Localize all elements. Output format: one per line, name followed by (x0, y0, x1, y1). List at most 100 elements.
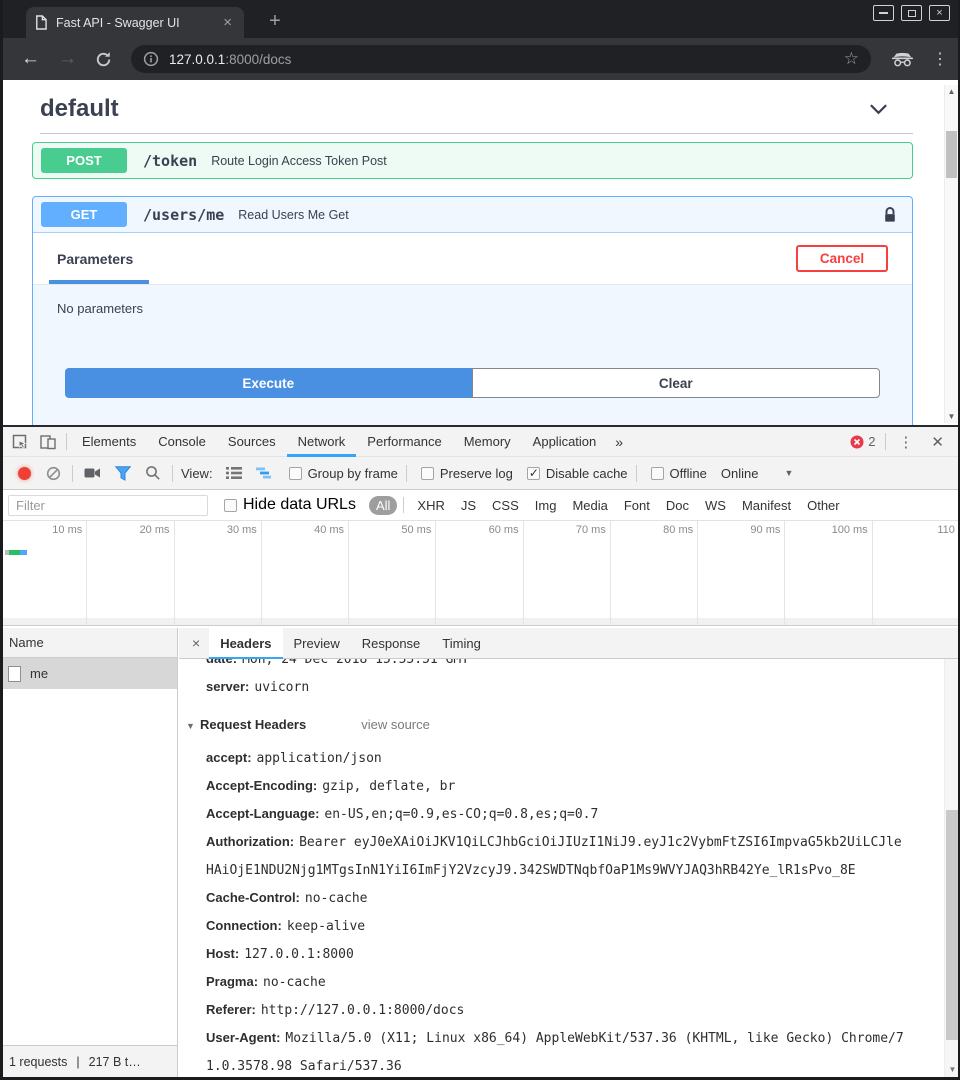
details-tab-preview[interactable]: Preview (283, 628, 351, 659)
page-scrollbar[interactable]: ▲ ▼ (944, 85, 958, 423)
endpoint-post-token[interactable]: POST /token Route Login Access Token Pos… (32, 142, 913, 179)
details-close-icon[interactable]: × (183, 635, 209, 651)
network-overview-timeline[interactable]: 10 ms 20 ms 30 ms 40 ms 50 ms 60 ms 70 m… (0, 521, 960, 626)
filter-type-js[interactable]: JS (454, 496, 483, 515)
lock-icon[interactable] (883, 206, 897, 224)
back-button[interactable]: ← (21, 48, 40, 70)
endpoint-header[interactable]: GET /users/me Read Users Me Get (33, 197, 912, 233)
tick-label: 30 ms (227, 524, 257, 536)
device-toolbar-icon[interactable] (34, 434, 62, 450)
request-row-me[interactable]: me (0, 658, 177, 689)
execute-button[interactable]: Execute (65, 368, 472, 398)
site-info-icon[interactable] (143, 51, 159, 67)
list-view-icon[interactable] (219, 466, 249, 480)
browser-tab[interactable]: Fast API - Swagger UI × (26, 7, 244, 38)
record-button[interactable] (18, 467, 31, 480)
chevron-down-icon[interactable] (869, 103, 888, 115)
window-close-button[interactable]: × (929, 5, 950, 21)
request-waterfall-bar (5, 550, 27, 555)
details-tabbar: × Headers Preview Response Timing (179, 628, 960, 659)
window-maximize-button[interactable] (901, 5, 922, 21)
screenshot-camera-icon[interactable] (77, 466, 108, 480)
view-source-link[interactable]: view source (361, 717, 430, 732)
headers-content: date:Mon, 24 Dec 2018 15:55:51 GMT serve… (179, 659, 944, 1077)
request-header-line: Cache-Control:no-cache (206, 884, 908, 912)
disable-cache-checkbox[interactable] (527, 467, 540, 480)
tab-network[interactable]: Network (287, 427, 357, 457)
parameters-active-underline (49, 280, 149, 284)
preserve-log-label[interactable]: Preserve log (440, 466, 513, 481)
transferred-size: 217 B t… (89, 1055, 141, 1069)
network-filter-row: Hide data URLs All XHR JS CSS Img Media … (0, 490, 960, 521)
request-headers-section[interactable]: ▼Request Headersview source (186, 711, 908, 740)
filter-type-all[interactable]: All (369, 496, 397, 515)
filter-type-img[interactable]: Img (528, 496, 564, 515)
filter-type-media[interactable]: Media (565, 496, 614, 515)
details-tab-timing[interactable]: Timing (431, 628, 492, 659)
filter-type-doc[interactable]: Doc (659, 496, 696, 515)
group-by-frame-label[interactable]: Group by frame (308, 466, 398, 481)
filter-type-manifest[interactable]: Manifest (735, 496, 798, 515)
response-header-line: server:uvicorn (206, 673, 908, 701)
tab-application[interactable]: Application (522, 427, 608, 457)
request-header-line: Accept-Language:en-US,en;q=0.9,es-CO;q=0… (206, 800, 908, 828)
hide-data-urls-label[interactable]: Hide data URLs (243, 496, 356, 514)
endpoint-summary: Read Users Me Get (238, 208, 348, 222)
filter-type-xhr[interactable]: XHR (410, 496, 451, 515)
group-by-frame-checkbox[interactable] (289, 467, 302, 480)
bookmark-star-icon[interactable]: ☆ (844, 49, 859, 69)
scroll-down-icon[interactable]: ▼ (945, 412, 958, 421)
tab-console[interactable]: Console (147, 427, 217, 457)
filter-type-other[interactable]: Other (800, 496, 847, 515)
hide-data-urls-checkbox[interactable] (224, 499, 237, 512)
tab-close-icon[interactable]: × (219, 14, 236, 31)
filter-type-ws[interactable]: WS (698, 496, 733, 515)
cancel-button[interactable]: Cancel (796, 245, 888, 272)
dropdown-arrow-icon[interactable]: ▼ (784, 468, 793, 478)
browser-window: Fast API - Swagger UI × + × ← → 127.0.0.… (0, 0, 960, 1080)
method-badge-post: POST (41, 148, 127, 173)
more-tabs-button[interactable]: » (607, 434, 631, 450)
filter-input[interactable] (8, 495, 208, 516)
tab-elements[interactable]: Elements (71, 427, 147, 457)
inspect-element-icon[interactable] (6, 434, 34, 450)
filter-type-css[interactable]: CSS (485, 496, 526, 515)
window-minimize-button[interactable] (873, 5, 894, 21)
forward-button[interactable]: → (58, 48, 77, 70)
devtools-close-icon[interactable]: ✕ (921, 433, 954, 451)
offline-label[interactable]: Offline (670, 466, 707, 481)
window-frame-edge (0, 0, 3, 1080)
name-column-header[interactable]: Name (0, 628, 177, 658)
url-bar[interactable]: 127.0.0.1:8000/docs ☆ (131, 45, 871, 73)
clear-button[interactable]: Clear (472, 368, 881, 398)
clear-requests-icon[interactable] (39, 466, 68, 481)
tab-performance[interactable]: Performance (356, 427, 452, 457)
browser-menu-icon[interactable]: ⋮ (932, 49, 948, 69)
tick-label: 10 ms (52, 524, 82, 536)
throttling-dropdown[interactable]: Online (721, 466, 759, 481)
new-tab-button[interactable]: + (262, 10, 288, 33)
filter-type-font[interactable]: Font (617, 496, 657, 515)
waterfall-view-icon[interactable] (249, 466, 279, 480)
details-tab-response[interactable]: Response (351, 628, 432, 659)
disable-cache-label[interactable]: Disable cache (546, 466, 628, 481)
scrollbar-thumb[interactable] (946, 131, 957, 178)
tick-label: 40 ms (314, 524, 344, 536)
reload-button[interactable] (95, 51, 112, 68)
error-count-badge[interactable]: 2 (844, 434, 881, 449)
disclosure-triangle-icon[interactable]: ▼ (186, 713, 200, 740)
tick-label: 110 (937, 524, 955, 536)
filter-funnel-icon[interactable] (108, 466, 138, 481)
search-icon[interactable] (138, 465, 168, 481)
tab-memory[interactable]: Memory (453, 427, 522, 457)
details-tab-headers[interactable]: Headers (209, 628, 282, 659)
devtools-panel: Elements Console Sources Network Perform… (0, 425, 960, 1077)
tick-label: 60 ms (489, 524, 519, 536)
devtools-menu-icon[interactable]: ⋮ (890, 433, 921, 451)
tab-sources[interactable]: Sources (217, 427, 287, 457)
offline-checkbox[interactable] (651, 467, 664, 480)
preserve-log-checkbox[interactable] (421, 467, 434, 480)
parameters-tab[interactable]: Parameters (57, 251, 133, 267)
scroll-up-icon[interactable]: ▲ (945, 87, 958, 96)
endpoint-path: /token (143, 152, 197, 170)
